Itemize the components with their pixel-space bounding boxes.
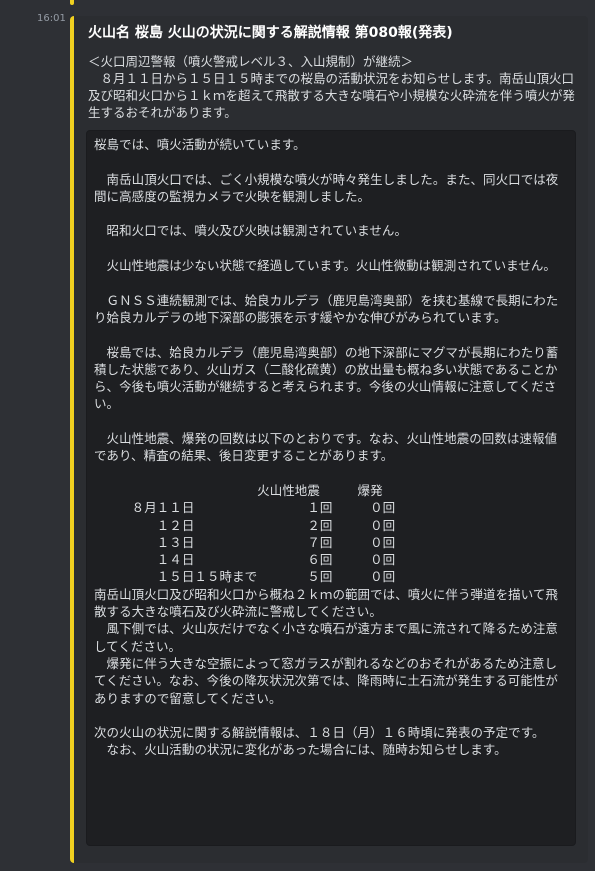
previous-embed-accent xyxy=(70,0,74,5)
message-timestamp[interactable]: 16:01 xyxy=(37,13,66,24)
embed-title: 火山名 桜島 火山の状況に関する解説情報 第080報(発表) xyxy=(88,25,453,41)
code-block-text: 桜島では、噴火活動が続いています。 南岳山頂火口では、ごく小規模な噴火が時々発生… xyxy=(94,137,559,758)
code-block: 桜島では、噴火活動が続いています。 南岳山頂火口では、ごく小規模な噴火が時々発生… xyxy=(86,130,576,846)
message-row: 16:01 火山名 桜島 火山の状況に関する解説情報 第080報(発表) ＜火口… xyxy=(0,0,595,871)
volcano-info-embed: 火山名 桜島 火山の状況に関する解説情報 第080報(発表) ＜火口周辺警報（噴… xyxy=(70,16,588,863)
embed-description: ＜火口周辺警報（噴火警戒レベル３、入山規制）が継続＞ ８月１１日から１５日１５時… xyxy=(88,54,575,120)
